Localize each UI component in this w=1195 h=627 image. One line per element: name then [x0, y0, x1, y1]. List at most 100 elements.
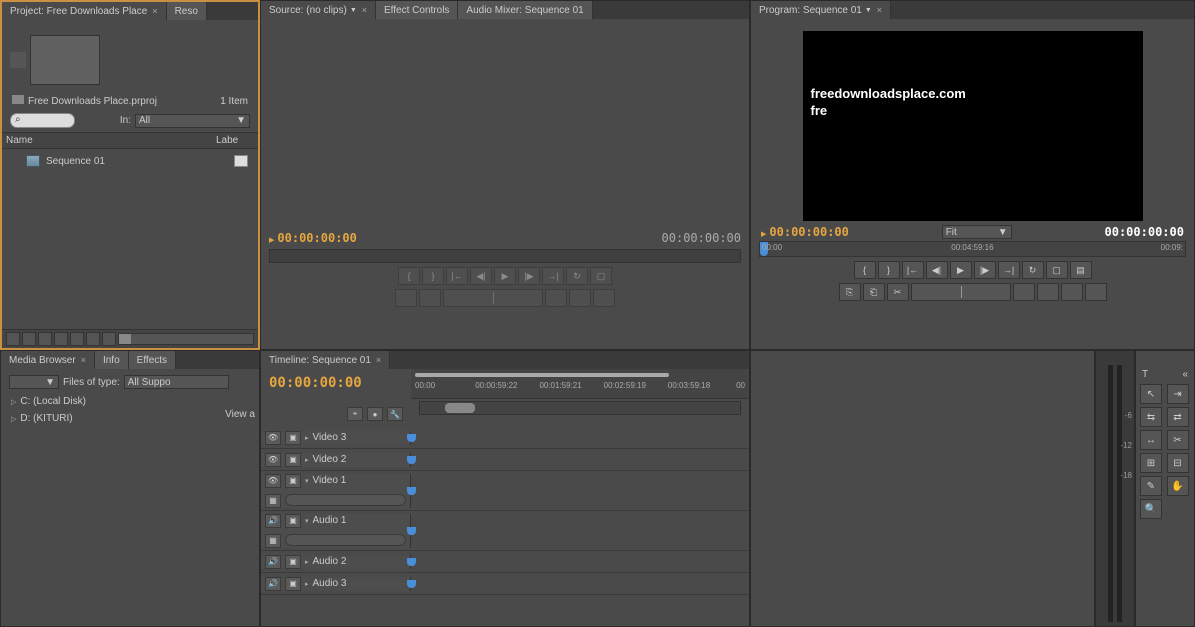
list-view-icon[interactable]	[6, 332, 20, 346]
new-bin-icon[interactable]	[70, 332, 84, 346]
snap-btn[interactable]: ⌖	[347, 407, 363, 421]
insert-btn[interactable]	[545, 289, 567, 307]
selection-tool[interactable]: ↖	[1140, 384, 1162, 404]
triangle-right-icon[interactable]: ▸	[305, 558, 309, 566]
speaker-icon[interactable]: 🔊	[265, 577, 281, 591]
step-fwd-btn[interactable]: |▶	[974, 261, 996, 279]
effect-controls-tab[interactable]: Effect Controls	[376, 1, 458, 19]
eye-icon[interactable]: 👁	[265, 453, 281, 467]
out-btn[interactable]: }	[878, 261, 900, 279]
find-icon[interactable]	[54, 332, 68, 346]
btn-c[interactable]	[1061, 283, 1083, 301]
info-tab[interactable]: Info	[95, 351, 129, 369]
jog1[interactable]	[395, 289, 417, 307]
resource-tab[interactable]: Reso	[167, 2, 207, 20]
wrench-btn[interactable]: 🔧	[387, 407, 403, 421]
h-scrollbar[interactable]	[118, 333, 254, 345]
col-name-header[interactable]: Name	[6, 135, 216, 146]
loop-btn[interactable]: ↻	[566, 267, 588, 285]
chevron-down-icon[interactable]: ▼	[350, 7, 357, 14]
tools-tab-label[interactable]: T	[1142, 369, 1148, 380]
close-icon[interactable]: ×	[152, 6, 157, 16]
play-btn[interactable]: ▶	[494, 267, 516, 285]
fx-slot[interactable]	[285, 494, 406, 506]
speaker-icon[interactable]: 🔊	[265, 514, 281, 528]
lock-icon[interactable]: ▣	[285, 514, 301, 528]
goto-out-btn[interactable]: →|	[542, 267, 564, 285]
hand-tool[interactable]: ✋	[1167, 476, 1189, 496]
jog-wheel[interactable]	[443, 289, 543, 307]
timeline-tab[interactable]: Timeline: Sequence 01×	[261, 351, 390, 369]
eye-icon[interactable]: 👁	[265, 474, 281, 488]
track-head-audio-2[interactable]: 🔊 ▣ ▸ Audio 2	[261, 555, 411, 569]
work-area-bar[interactable]	[415, 373, 669, 377]
zoom-bar[interactable]	[419, 401, 741, 415]
project-tab[interactable]: Project: Free Downloads Place ×	[2, 2, 167, 20]
btn-b[interactable]	[1037, 283, 1059, 301]
source-scrubber[interactable]	[269, 249, 741, 263]
safe-btn[interactable]: ▢	[590, 267, 612, 285]
project-thumbnail[interactable]	[30, 35, 100, 85]
goto-out-btn[interactable]: →|	[998, 261, 1020, 279]
play-btn[interactable]: ▶	[950, 261, 972, 279]
lock-icon[interactable]: ▣	[285, 474, 301, 488]
lock-icon[interactable]: ▣	[285, 431, 301, 445]
new-item-icon[interactable]	[86, 332, 100, 346]
media-browser-tab[interactable]: Media Browser×	[1, 351, 95, 369]
track-head-video-2[interactable]: 👁 ▣ ▸ Video 2	[261, 453, 411, 467]
audio-mixer-tab[interactable]: Audio Mixer: Sequence 01	[458, 1, 592, 19]
close-icon[interactable]: ×	[877, 5, 882, 15]
chevron-icon[interactable]: «	[1182, 369, 1188, 380]
out-btn[interactable]: }	[422, 267, 444, 285]
drive-item[interactable]: ▷C: (Local Disk)	[9, 393, 251, 410]
program-ruler[interactable]: 00:00 00:04:59:16 00:09:	[759, 241, 1186, 257]
triangle-down-icon[interactable]: ▾	[305, 517, 309, 525]
track-head-video-1[interactable]: 👁 ▣ ▾ Video 1 ▦	[261, 474, 411, 508]
track-head-audio-3[interactable]: 🔊 ▣ ▸ Audio 3	[261, 577, 411, 591]
track-head-audio-1[interactable]: 🔊 ▣ ▾ Audio 1 ▦	[261, 514, 411, 548]
source-monitor[interactable]	[261, 19, 749, 229]
source-tc-in[interactable]: 00:00:00:00	[277, 231, 356, 245]
in-btn[interactable]: {	[398, 267, 420, 285]
ripple-tool[interactable]: ⇆	[1140, 407, 1162, 427]
speaker-icon[interactable]: 🔊	[265, 555, 281, 569]
rolling-tool[interactable]: ⇄	[1167, 407, 1189, 427]
step-fwd-btn[interactable]: |▶	[518, 267, 540, 285]
col-label-header[interactable]: Labe	[216, 135, 254, 146]
loop-btn[interactable]: ↻	[1022, 261, 1044, 279]
recent-select[interactable]: ▼	[9, 375, 59, 389]
slide-tool[interactable]: ⊟	[1167, 453, 1189, 473]
drive-item[interactable]: ▷D: (KITURI)	[9, 410, 251, 427]
output-btn[interactable]: ▤	[1070, 261, 1092, 279]
step-back-btn[interactable]: ◀|	[470, 267, 492, 285]
lock-icon[interactable]: ▣	[285, 577, 301, 591]
auto-seq-icon[interactable]	[38, 332, 52, 346]
close-icon[interactable]: ×	[362, 5, 367, 15]
label-swatch[interactable]	[234, 155, 248, 167]
lock-icon[interactable]: ▣	[285, 453, 301, 467]
btn-a[interactable]	[1013, 283, 1035, 301]
icon-view-icon[interactable]	[22, 332, 36, 346]
trim-btn[interactable]: ✂	[887, 283, 909, 301]
effects-tab[interactable]: Effects	[129, 351, 176, 369]
trash-icon[interactable]	[102, 332, 116, 346]
close-icon[interactable]: ×	[376, 355, 381, 365]
timeline-ruler[interactable]: 00:00 00:00:59:22 00:01:59:21 00:02:59:1…	[411, 369, 749, 399]
step-back-btn[interactable]: ◀|	[926, 261, 948, 279]
pen-tool[interactable]: ✎	[1140, 476, 1162, 496]
keyframe-icon[interactable]: ▦	[265, 534, 281, 548]
triangle-right-icon[interactable]: ▸	[305, 580, 309, 588]
track-head-video-3[interactable]: 👁 ▣ ▸ Video 3	[261, 431, 411, 445]
overwrite-btn[interactable]	[569, 289, 591, 307]
keyframe-icon[interactable]: ▦	[265, 494, 281, 508]
lock-icon[interactable]: ▣	[285, 555, 301, 569]
goto-in-btn[interactable]: |←	[902, 261, 924, 279]
program-tab[interactable]: Program: Sequence 01▼×	[751, 1, 891, 19]
rate-stretch-tool[interactable]: ↔	[1140, 430, 1162, 450]
file-type-select[interactable]: All Suppo	[124, 375, 229, 389]
jog-wheel[interactable]	[911, 283, 1011, 301]
zoom-select[interactable]: Fit▼	[942, 225, 1012, 239]
razor-tool[interactable]: ✂	[1167, 430, 1189, 450]
program-tc-in[interactable]: 00:00:00:00	[769, 225, 848, 239]
in-select[interactable]: All▼	[135, 114, 250, 128]
